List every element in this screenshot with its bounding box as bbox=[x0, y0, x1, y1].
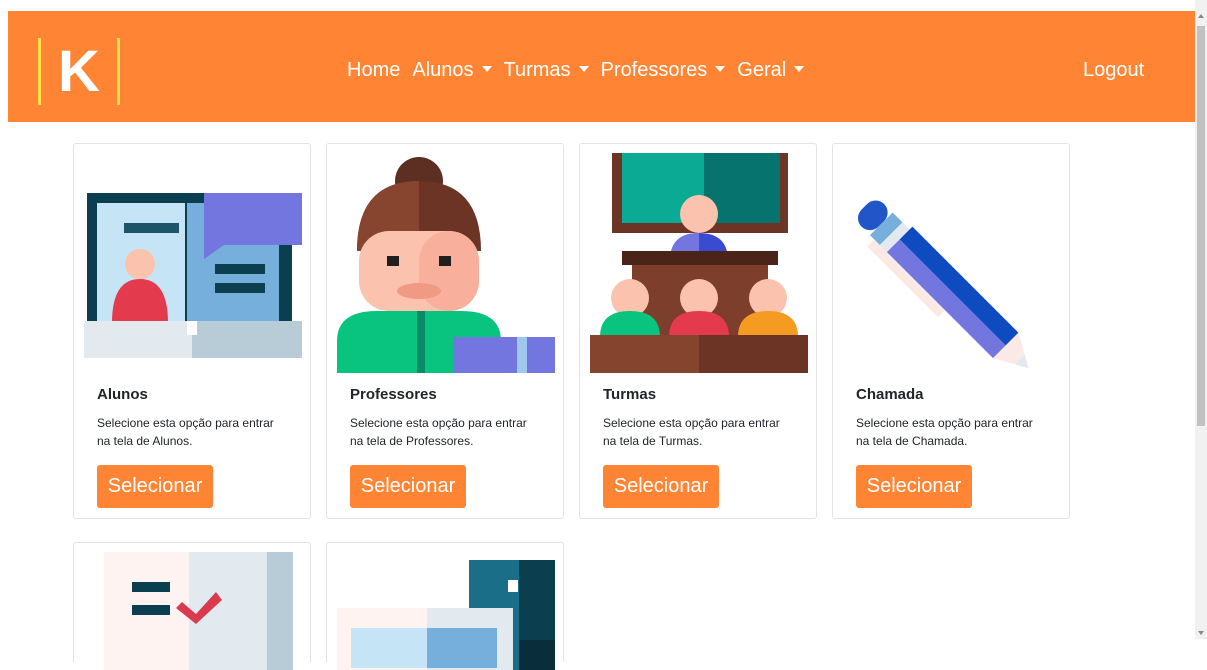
card-partial-1 bbox=[73, 542, 311, 670]
select-turmas-button[interactable]: Selecionar bbox=[603, 465, 719, 508]
nav-alunos-label: Alunos bbox=[412, 59, 474, 81]
card-title: Turmas bbox=[603, 386, 657, 403]
caret-down-icon bbox=[715, 66, 726, 72]
brand-logo[interactable]: K bbox=[38, 38, 120, 106]
card-turmas: Turmas Selecione esta opção para entrar … bbox=[579, 143, 817, 519]
logout-link[interactable]: Logout bbox=[1083, 56, 1144, 84]
card-professores: Professores Selecione esta opção para en… bbox=[326, 143, 564, 519]
scrollbar-thumb[interactable] bbox=[1197, 26, 1205, 426]
nav-home-label: Home bbox=[347, 59, 401, 81]
scroll-up-icon[interactable] bbox=[1198, 14, 1204, 18]
scroll-down-icon[interactable] bbox=[1198, 631, 1204, 635]
card-description: Selecione esta opção para entrar na tela… bbox=[856, 416, 1033, 448]
documents-icon bbox=[337, 560, 555, 670]
card-description: Selecione esta opção para entrar na tela… bbox=[350, 416, 527, 448]
select-alunos-button[interactable]: Selecionar bbox=[97, 465, 213, 508]
select-chamada-button[interactable]: Selecionar bbox=[856, 465, 972, 508]
caret-down-icon bbox=[481, 66, 492, 72]
nav-turmas-dropdown[interactable]: Turmas bbox=[498, 56, 595, 84]
card-title: Alunos bbox=[97, 386, 148, 403]
teacher-icon bbox=[337, 157, 555, 373]
card-alunos: Alunos Selecione esta opção para entrar … bbox=[73, 143, 311, 519]
logo-right-bar bbox=[117, 38, 120, 105]
checklist-icon bbox=[104, 552, 293, 670]
nav-turmas-label: Turmas bbox=[503, 59, 571, 81]
logo-letter: K bbox=[58, 39, 100, 104]
caret-down-icon bbox=[578, 66, 589, 72]
card-partial-2 bbox=[326, 542, 564, 670]
card-description: Selecione esta opção para entrar na tela… bbox=[97, 416, 274, 448]
card-title: Professores bbox=[350, 386, 437, 403]
caret-down-icon bbox=[794, 66, 805, 72]
top-navbar: K Home Alunos Turmas Professores Geral L… bbox=[8, 11, 1195, 122]
nav-geral-label: Geral bbox=[737, 59, 787, 81]
card-chamada: Chamada Selecione esta opção para entrar… bbox=[832, 143, 1070, 519]
nav-professores-label: Professores bbox=[600, 59, 708, 81]
classroom-icon bbox=[590, 153, 808, 373]
nav-geral-dropdown[interactable]: Geral bbox=[731, 56, 810, 84]
nav-professores-dropdown[interactable]: Professores bbox=[595, 56, 732, 84]
vertical-scrollbar[interactable] bbox=[1195, 0, 1207, 639]
nav-alunos-dropdown[interactable]: Alunos bbox=[406, 56, 497, 84]
nav-home[interactable]: Home bbox=[341, 56, 406, 84]
pen-icon bbox=[857, 200, 1029, 369]
card-description: Selecione esta opção para entrar na tela… bbox=[603, 416, 780, 448]
select-professores-button[interactable]: Selecionar bbox=[350, 465, 466, 508]
student-id-card-icon bbox=[84, 186, 302, 358]
nav-menu: Home Alunos Turmas Professores Geral bbox=[341, 56, 810, 84]
card-title: Chamada bbox=[856, 386, 924, 403]
